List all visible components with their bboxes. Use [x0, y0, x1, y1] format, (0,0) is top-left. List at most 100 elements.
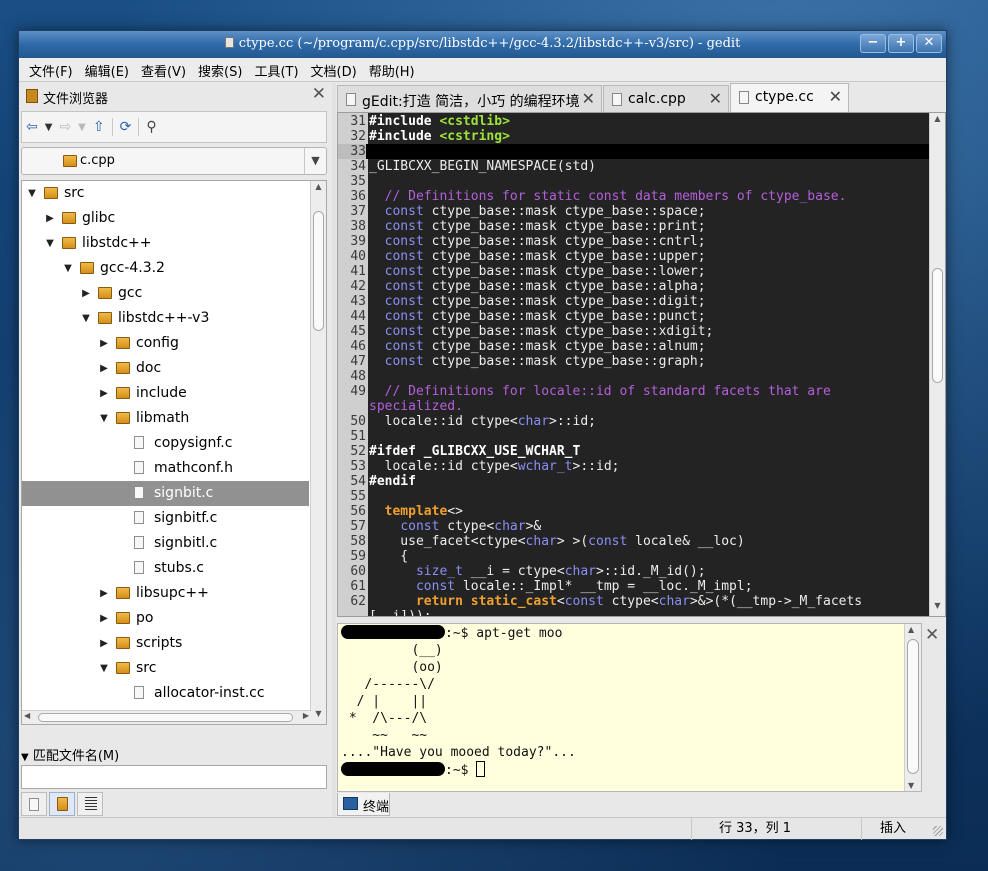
- code-line[interactable]: 52 #ifdef _GLIBCXX_USE_WCHAR_T: [338, 444, 930, 459]
- tree-file-row[interactable]: signbit.c: [22, 481, 309, 506]
- scroll-down-icon[interactable]: ▼: [908, 781, 914, 790]
- tree-folder-row[interactable]: ▶ gcc: [22, 281, 309, 306]
- tree-folder-row[interactable]: ▼ gcc-4.3.2: [22, 256, 309, 281]
- code-line[interactable]: 37 const ctype_base::mask ctype_base::sp…: [338, 204, 930, 219]
- code-line[interactable]: 56 template<>: [338, 504, 930, 519]
- documents-tab[interactable]: [21, 792, 47, 816]
- file-browser-tab[interactable]: [49, 792, 75, 816]
- code-line[interactable]: 60 size_t __i = ctype<char>::id._M_id();: [338, 564, 930, 579]
- refresh-icon[interactable]: ⟳: [120, 119, 132, 135]
- tree-folder-row[interactable]: ▶ config: [22, 331, 309, 356]
- code-line[interactable]: 55: [338, 489, 930, 504]
- code-line[interactable]: 48: [338, 369, 930, 384]
- menu-tools[interactable]: 工具(T): [248, 58, 304, 81]
- code-line[interactable]: 36 // Definitions for static const data …: [338, 189, 930, 204]
- tree-file-row[interactable]: signbitl.c: [22, 531, 309, 556]
- code-line[interactable]: 61 const locale::_Impl* __tmp = __loc._M…: [338, 579, 930, 594]
- resize-grip[interactable]: [933, 826, 943, 836]
- forward-history-chevron-icon[interactable]: ▼: [78, 122, 86, 133]
- menu-edit[interactable]: 编辑(E): [79, 58, 135, 81]
- tree-horizontal-scrollbar[interactable]: ◀ ▶: [22, 710, 311, 724]
- expander-open-icon[interactable]: ▼: [98, 656, 110, 681]
- code-line[interactable]: [__i]));: [338, 609, 930, 616]
- expander-open-icon[interactable]: ▼: [80, 306, 92, 331]
- tree-folder-row[interactable]: ▼ libmath: [22, 406, 309, 431]
- code-line[interactable]: 57 const ctype<char>&: [338, 519, 930, 534]
- code-line[interactable]: 44 const ctype_base::mask ctype_base::pu…: [338, 309, 930, 324]
- scroll-thumb[interactable]: [907, 639, 919, 774]
- tree-file-row[interactable]: stubs.c: [22, 556, 309, 581]
- close-side-panel-icon[interactable]: ✕: [312, 84, 326, 104]
- chevron-down-icon[interactable]: ▼: [304, 148, 326, 174]
- filter-expander[interactable]: ▼ 匹配文件名(M): [21, 745, 119, 764]
- tree-file-row[interactable]: allocator-inst.cc: [22, 681, 309, 706]
- code-line[interactable]: specialized.: [338, 399, 930, 414]
- expander-closed-icon[interactable]: ▶: [98, 606, 110, 631]
- code-line[interactable]: 59 {: [338, 549, 930, 564]
- scroll-up-icon[interactable]: ▲: [311, 182, 326, 196]
- scroll-up-icon[interactable]: ▲: [930, 114, 945, 128]
- code-line[interactable]: 33: [338, 144, 930, 159]
- code-line[interactable]: 45 const ctype_base::mask ctype_base::xd…: [338, 324, 930, 339]
- tree-folder-row[interactable]: ▶ scripts: [22, 631, 309, 656]
- terminal-scrollbar[interactable]: ▲ ▼: [904, 624, 921, 791]
- minimize-button[interactable]: −: [860, 34, 886, 53]
- expander-open-icon[interactable]: ▼: [62, 256, 74, 281]
- code-line[interactable]: 34 _GLIBCXX_BEGIN_NAMESPACE(std): [338, 159, 930, 174]
- maximize-button[interactable]: +: [888, 34, 914, 53]
- close-tab-icon[interactable]: ✕: [829, 87, 842, 106]
- back-history-chevron-icon[interactable]: ▼: [45, 122, 53, 133]
- scroll-up-icon[interactable]: ▲: [908, 625, 914, 634]
- expander-closed-icon[interactable]: ▶: [98, 631, 110, 656]
- menu-file[interactable]: 文件(F): [23, 58, 79, 81]
- scroll-right-icon[interactable]: ▶: [303, 711, 309, 720]
- expander-closed-icon[interactable]: ▶: [98, 356, 110, 381]
- code-line[interactable]: 46 const ctype_base::mask ctype_base::al…: [338, 339, 930, 354]
- tree-folder-row[interactable]: ▶ po: [22, 606, 309, 631]
- forward-arrow-icon[interactable]: ⇨: [59, 119, 71, 135]
- terminal-tab[interactable]: 终端: [337, 793, 390, 816]
- filter-icon[interactable]: ⚲: [146, 119, 156, 135]
- tree-folder-row[interactable]: ▼ src: [22, 656, 309, 681]
- code-line[interactable]: 51: [338, 429, 930, 444]
- code-line[interactable]: 31 #include <cstdlib>: [338, 114, 930, 129]
- tree-folder-row[interactable]: ▼ libstdc++-v3: [22, 306, 309, 331]
- code-line[interactable]: 58 use_facet<ctype<char> >(const locale&…: [338, 534, 930, 549]
- code-line[interactable]: 54 #endif: [338, 474, 930, 489]
- close-tab-icon[interactable]: ✕: [709, 89, 722, 108]
- code-line[interactable]: 43 const ctype_base::mask ctype_base::di…: [338, 294, 930, 309]
- pane-divider[interactable]: [332, 83, 336, 817]
- close-tab-icon[interactable]: ✕: [582, 89, 595, 108]
- code-line[interactable]: 53 locale::id ctype<wchar_t>::id;: [338, 459, 930, 474]
- code-line[interactable]: 41 const ctype_base::mask ctype_base::lo…: [338, 264, 930, 279]
- scroll-down-icon[interactable]: ▼: [930, 601, 945, 615]
- scroll-thumb[interactable]: [313, 211, 324, 331]
- tab-gedit-article[interactable]: gEdit:打造 简洁，小巧 的编程环境 ✕: [337, 85, 602, 112]
- expander-closed-icon[interactable]: ▶: [98, 381, 110, 406]
- scroll-left-icon[interactable]: ◀: [24, 711, 30, 720]
- expander-closed-icon[interactable]: ▶: [80, 281, 92, 306]
- code-line[interactable]: 42 const ctype_base::mask ctype_base::al…: [338, 279, 930, 294]
- menu-view[interactable]: 查看(V): [135, 58, 192, 81]
- menu-search[interactable]: 搜索(S): [192, 58, 248, 81]
- expander-closed-icon[interactable]: ▶: [98, 331, 110, 356]
- tree-folder-row[interactable]: ▶ doc: [22, 356, 309, 381]
- editor-vertical-scrollbar[interactable]: ▲ ▼: [929, 113, 945, 616]
- tree-folder-row[interactable]: ▶ include: [22, 381, 309, 406]
- close-bottom-panel-icon[interactable]: ✕: [925, 625, 939, 645]
- tab-calc-cpp[interactable]: calc.cpp ✕: [603, 85, 729, 112]
- tree-folder-row[interactable]: ▶ glibc: [22, 206, 309, 231]
- up-arrow-icon[interactable]: ⇧: [93, 119, 105, 135]
- terminal[interactable]: :~$ apt-get moo (__) (oo) /------\/ / | …: [337, 623, 922, 792]
- code-line[interactable]: 32 #include <cstring>: [338, 129, 930, 144]
- scroll-thumb[interactable]: [38, 713, 293, 722]
- tree-vertical-scrollbar[interactable]: ▲ ▼: [310, 181, 326, 724]
- code-line[interactable]: 38 const ctype_base::mask ctype_base::pr…: [338, 219, 930, 234]
- file-tree[interactable]: ▼ src ▶ glibc ▼ libstdc++ ▼ gcc-4.3.2 ▶ gcc ▼ libst…: [21, 180, 327, 725]
- code-line[interactable]: 35: [338, 174, 930, 189]
- tree-folder-row[interactable]: ▼ src: [22, 181, 309, 206]
- back-arrow-icon[interactable]: ⇦: [26, 119, 38, 135]
- expander-open-icon[interactable]: ▼: [26, 181, 38, 206]
- close-window-button[interactable]: ✕: [916, 34, 942, 53]
- code-line[interactable]: 40 const ctype_base::mask ctype_base::up…: [338, 249, 930, 264]
